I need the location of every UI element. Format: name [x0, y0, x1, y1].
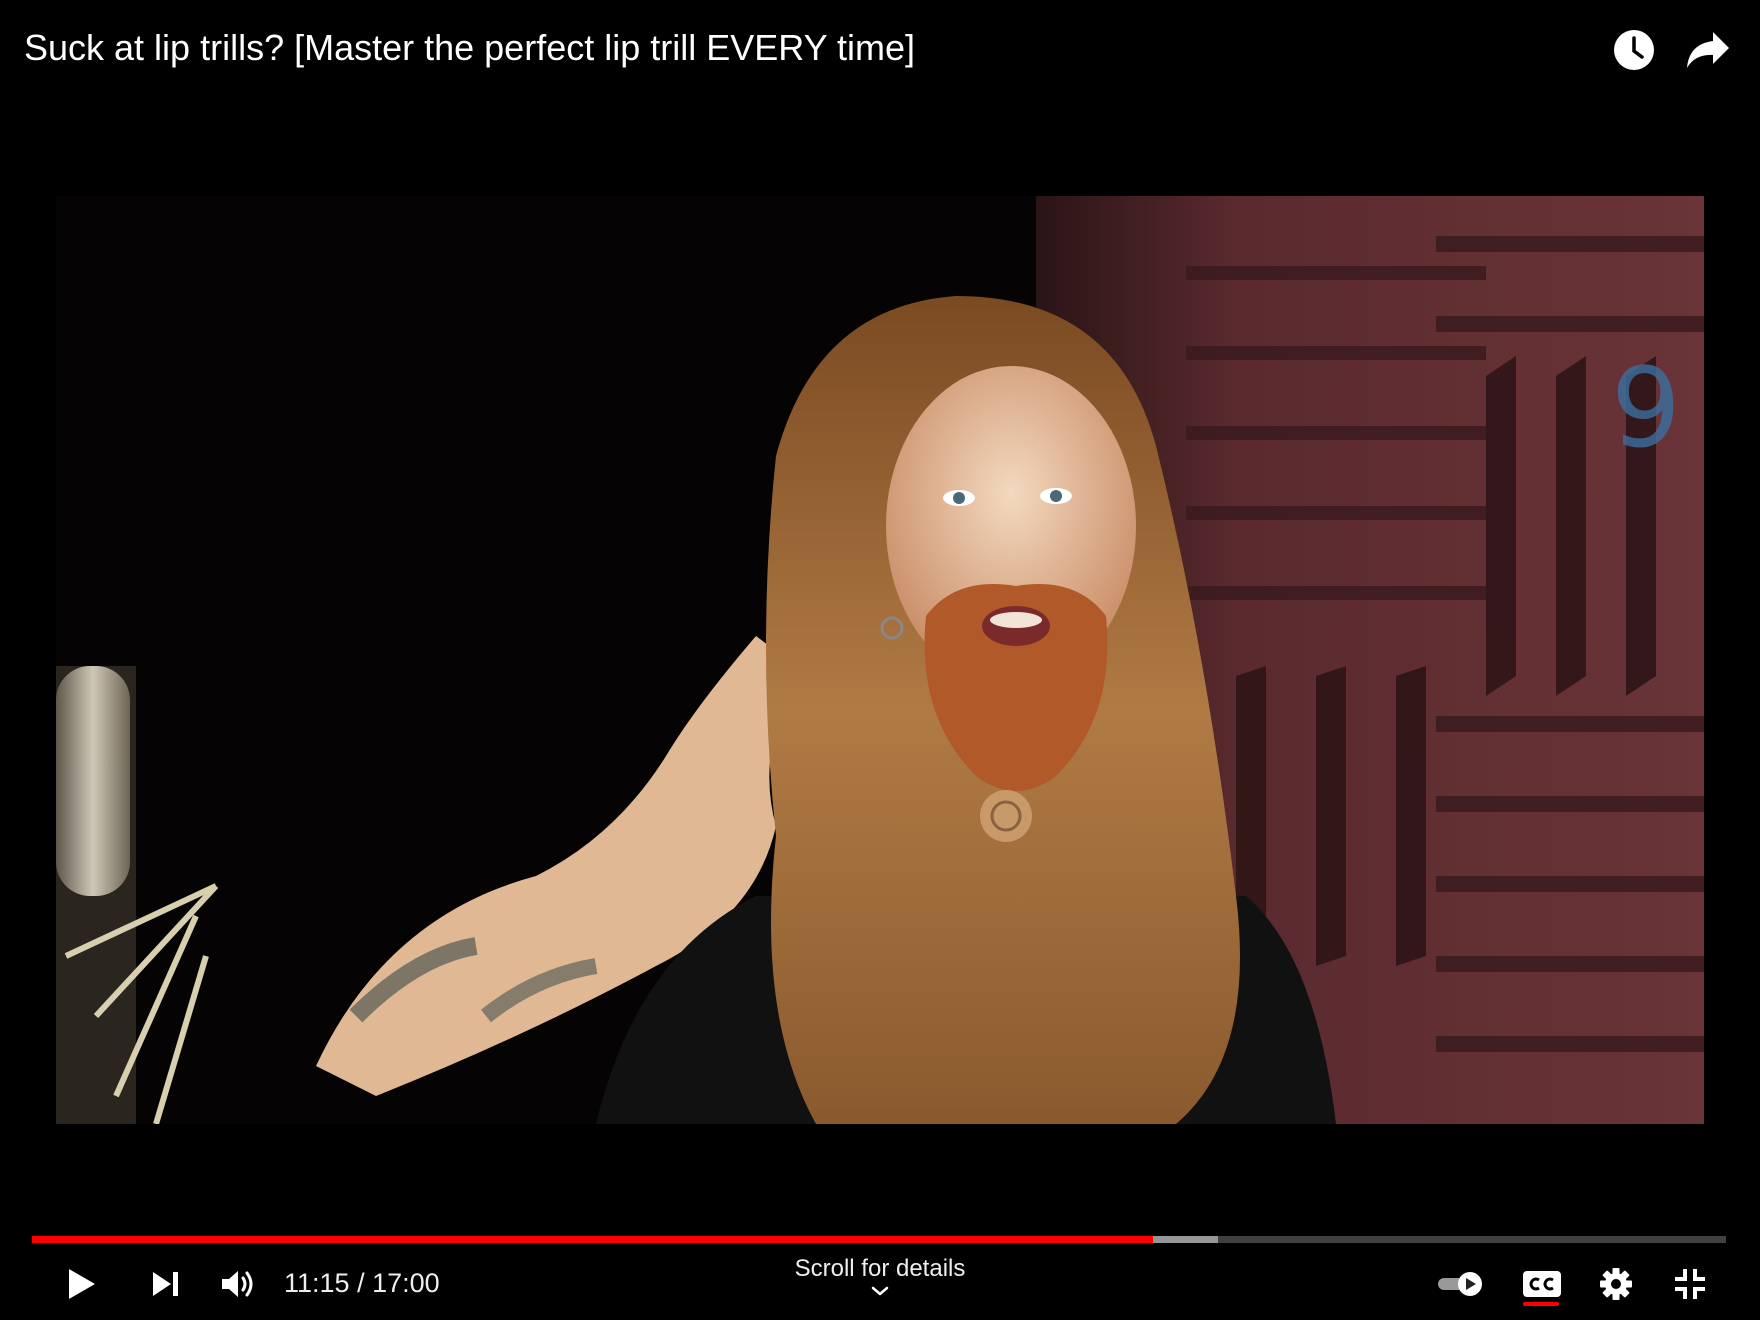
volume-icon [222, 1271, 253, 1297]
progress-bar[interactable] [32, 1236, 1726, 1243]
autoplay-toggle[interactable] [1432, 1256, 1488, 1312]
play-button[interactable] [56, 1256, 108, 1312]
gear-icon [1600, 1268, 1632, 1300]
video-frame[interactable]: 9 [56, 196, 1704, 1124]
share-arrow-icon [1687, 32, 1729, 68]
settings-button[interactable] [1588, 1256, 1644, 1312]
scroll-for-details[interactable]: Scroll for details [720, 1254, 1040, 1302]
exit-fullscreen-icon [1675, 1269, 1705, 1299]
captions-active-indicator [1523, 1302, 1559, 1306]
time-display: 11:15 / 17:00 [284, 1268, 440, 1298]
video-title[interactable]: Suck at lip trills? [Master the perfect … [24, 22, 915, 74]
volume-button[interactable] [212, 1256, 264, 1312]
cc-icon [1523, 1271, 1561, 1297]
exit-fullscreen-button[interactable] [1662, 1256, 1718, 1312]
chevron-down-icon [871, 1286, 889, 1296]
progress-played [32, 1236, 1154, 1243]
clock-icon [1614, 30, 1654, 70]
next-button[interactable] [140, 1256, 192, 1312]
share-button[interactable] [1682, 24, 1734, 76]
watch-later-button[interactable] [1608, 24, 1660, 76]
video-still-image: 9 [56, 196, 1704, 1124]
autoplay-toggle-icon [1438, 1272, 1482, 1296]
play-icon [69, 1269, 95, 1299]
channel-watermark: 9 [1611, 344, 1681, 472]
skip-next-icon [153, 1272, 178, 1296]
scroll-for-details-label: Scroll for details [794, 1255, 966, 1282]
video-player[interactable]: 9 Suck at lip trills? [Master the perfec… [0, 0, 1760, 1320]
